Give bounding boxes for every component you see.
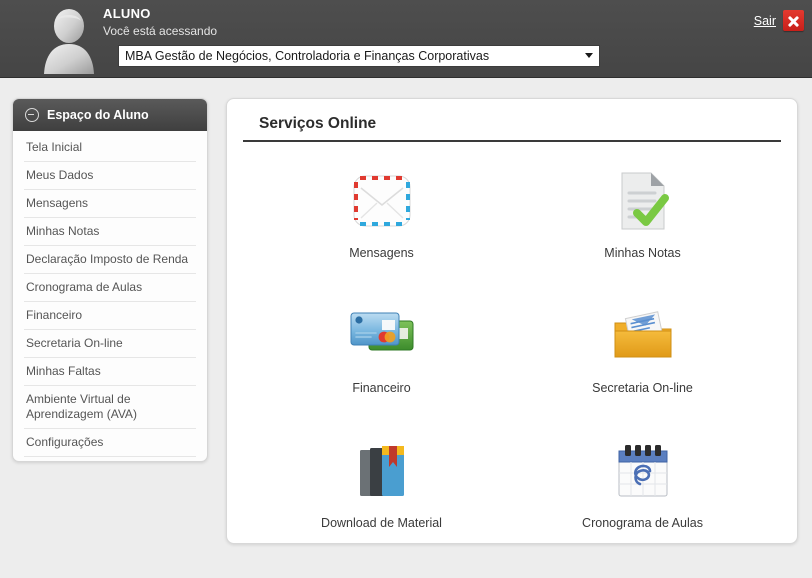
service-tile-download-de-material[interactable]: Download de Material [251,432,512,567]
sidebar-item-declaracao-imposto-de-renda[interactable]: Declaração Imposto de Renda [24,246,196,274]
sidebar-item-tela-inicial[interactable]: Tela Inicial [24,134,196,162]
sidebar-item-minhas-faltas[interactable]: Minhas Faltas [24,358,196,386]
service-label-financeiro: Financeiro [352,381,411,395]
service-tile-minhas-notas[interactable]: Minhas Notas [512,162,773,297]
close-icon[interactable] [783,10,804,31]
service-grid: Mensagens Minhas Notas Financeiro Secret… [227,142,797,567]
main-panel: Serviços Online Mensagens Minhas Notas F… [226,98,798,544]
user-name: ALUNO [103,6,151,21]
sidebar-item-meus-dados[interactable]: Meus Dados [24,162,196,190]
credit-cards-icon [349,303,415,369]
sidebar-item-mensagens[interactable]: Mensagens [24,190,196,218]
sidebar-item-financeiro[interactable]: Financeiro [24,302,196,330]
service-tile-secretaria-on-line[interactable]: Secretaria On-line [512,297,773,432]
user-subtitle: Você está acessando [103,24,218,38]
service-label-secretaria-on-line: Secretaria On-line [592,381,693,395]
service-tile-financeiro[interactable]: Financeiro [251,297,512,432]
course-select[interactable]: MBA Gestão de Negócios, Controladoria e … [118,45,600,67]
page-title: Serviços Online [243,99,781,142]
sidebar-item-cronograma-de-aulas[interactable]: Cronograma de Aulas [24,274,196,302]
sidebar-title: Espaço do Aluno [47,108,149,122]
service-label-mensagens: Mensagens [349,246,414,260]
user-info-block: ALUNO Você está acessando [103,6,217,39]
service-label-download-de-material: Download de Material [321,516,442,530]
avatar [36,4,104,74]
course-select-wrapper[interactable]: MBA Gestão de Negócios, Controladoria e … [118,45,600,67]
document-check-icon [610,168,676,234]
service-label-minhas-notas: Minhas Notas [604,246,681,260]
sidebar-item-configuracoes[interactable]: Configurações [24,429,196,457]
calendar-icon [610,438,676,504]
sidebar-item-minhas-notas[interactable]: Minhas Notas [24,218,196,246]
sidebar-item-ava[interactable]: Ambiente Virtual de Aprendizagem (AVA) [24,386,196,429]
circle-minus-icon [25,108,39,122]
envelope-airmail-icon [349,168,415,234]
service-label-cronograma-de-aulas: Cronograma de Aulas [582,516,703,530]
page-body: Espaço do Aluno Tela Inicial Meus Dados … [0,78,812,578]
books-icon [349,438,415,504]
service-tile-mensagens[interactable]: Mensagens [251,162,512,297]
folder-documents-icon [610,303,676,369]
sidebar-item-secretaria-on-line[interactable]: Secretaria On-line [24,330,196,358]
sidebar-header[interactable]: Espaço do Aluno [13,99,207,131]
logout-link[interactable]: Sair [754,14,776,28]
logout-area: Sair [754,10,804,31]
sidebar-list: Tela Inicial Meus Dados Mensagens Minhas… [13,131,207,461]
top-header-bar: ALUNO Você está acessando MBA Gestão de … [0,0,812,78]
service-tile-cronograma-de-aulas[interactable]: Cronograma de Aulas [512,432,773,567]
sidebar: Espaço do Aluno Tela Inicial Meus Dados … [12,98,208,462]
